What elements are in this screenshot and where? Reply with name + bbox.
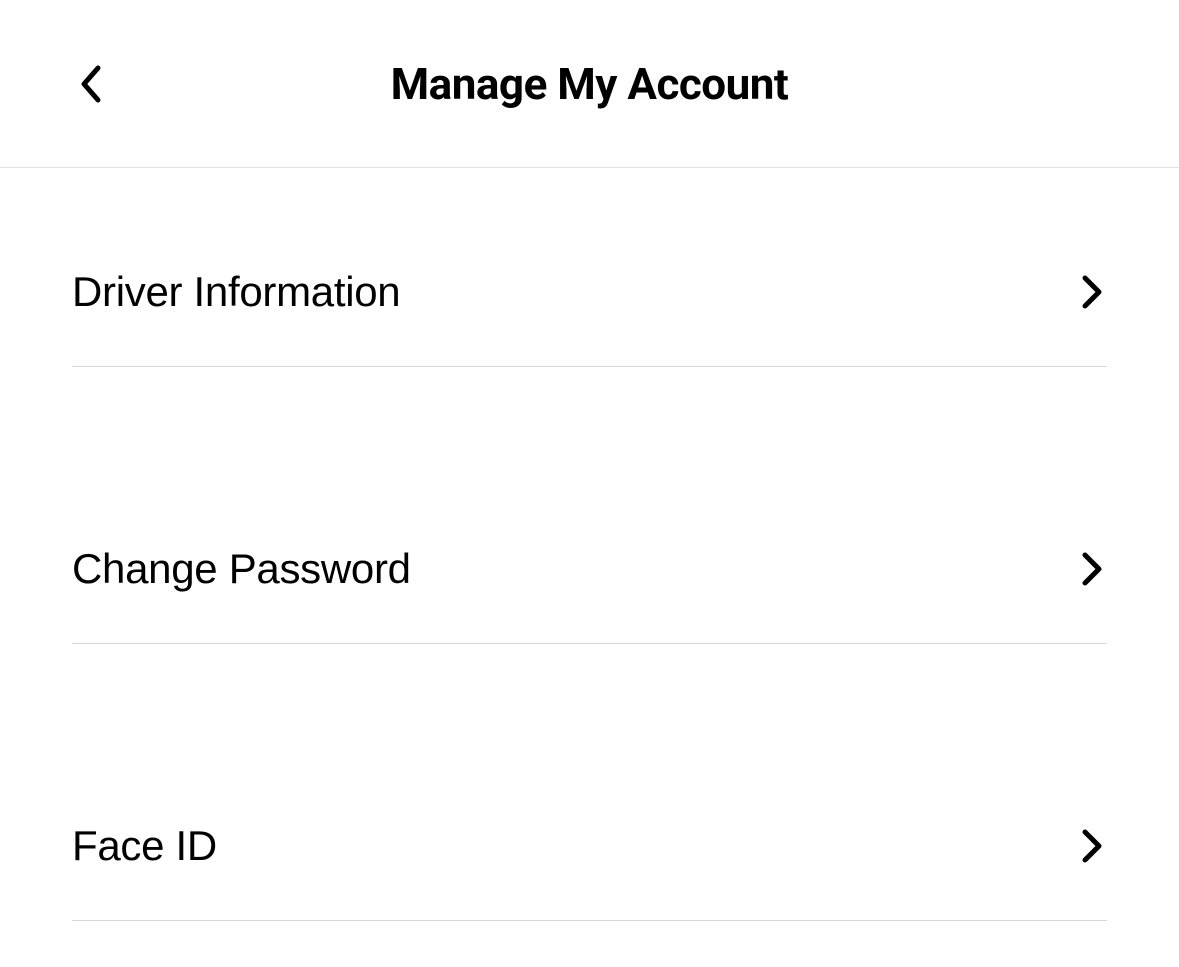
chevron-right-icon	[1077, 552, 1107, 586]
chevron-right-icon	[1077, 829, 1107, 863]
menu-item-label: Face ID	[72, 822, 217, 870]
menu-item-change-password[interactable]: Change Password	[0, 495, 1179, 644]
spacer	[0, 644, 1179, 772]
menu-item-driver-information[interactable]: Driver Information	[0, 268, 1179, 367]
menu-list: Driver Information Change Password Face …	[0, 168, 1179, 921]
page-title: Manage My Account	[72, 58, 1107, 110]
spacer	[0, 367, 1179, 495]
menu-item-label: Change Password	[72, 545, 411, 593]
back-button[interactable]	[72, 64, 112, 104]
chevron-left-icon	[78, 64, 106, 104]
menu-item-face-id[interactable]: Face ID	[0, 772, 1179, 921]
chevron-right-icon	[1077, 275, 1107, 309]
page-header: Manage My Account	[0, 0, 1179, 168]
menu-item-label: Driver Information	[72, 268, 400, 316]
